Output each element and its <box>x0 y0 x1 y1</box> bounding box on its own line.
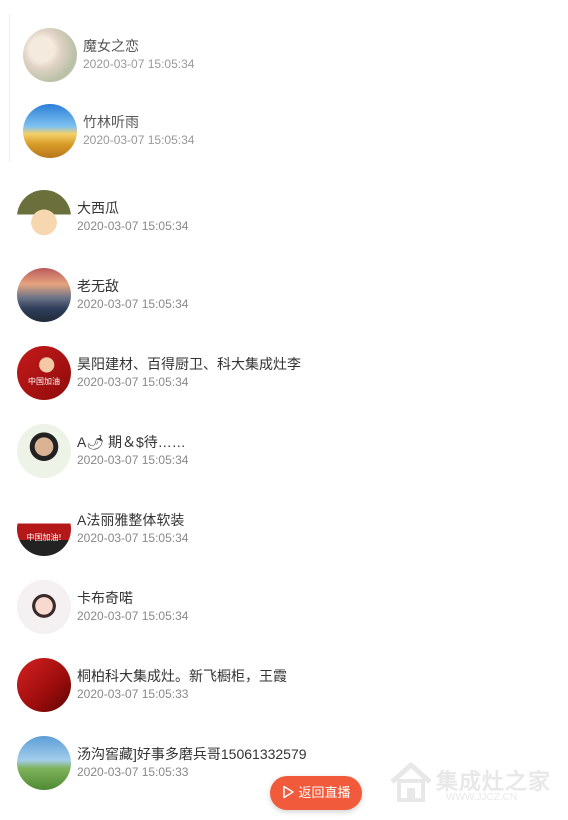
avatar: 中国加油! <box>17 502 71 556</box>
avatar <box>17 268 71 322</box>
back-to-live-label: 返回直播 <box>298 785 351 800</box>
watermark-url: WWW.JJCZ.CN <box>446 792 518 803</box>
list-item[interactable]: 竹林听雨 2020-03-07 15:05:34 <box>6 104 568 182</box>
avatar <box>17 190 71 244</box>
timestamp: 2020-03-07 15:05:34 <box>77 609 189 623</box>
timestamp: 2020-03-07 15:05:34 <box>83 57 195 71</box>
avatar-caption: 中国加油! <box>26 533 62 542</box>
avatar <box>17 580 71 634</box>
timestamp: 2020-03-07 15:05:34 <box>77 531 189 545</box>
avatar: 中国加油 <box>17 346 71 400</box>
timestamp: 2020-03-07 15:05:33 <box>77 765 189 779</box>
timestamp: 2020-03-07 15:05:34 <box>77 297 189 311</box>
avatar <box>17 424 71 478</box>
user-name: 卡布奇喏 <box>77 590 133 606</box>
user-name: 竹林听雨 <box>83 114 139 130</box>
user-name: 昊阳建材、百得厨卫、科大集成灶李 <box>77 356 301 372</box>
timestamp: 2020-03-07 15:05:34 <box>77 453 189 467</box>
house-logo-icon <box>390 762 432 802</box>
list-item[interactable]: 老无敌 2020-03-07 15:05:34 <box>0 268 568 346</box>
back-to-live-button[interactable]: 返回直播 <box>270 776 362 810</box>
site-watermark: 集成灶之家 WWW.JJCZ.CN <box>388 760 550 808</box>
avatar <box>17 736 71 790</box>
avatar-caption: 中国加油 <box>28 377 60 386</box>
list-item[interactable]: 大西瓜 2020-03-07 15:05:34 <box>0 190 568 268</box>
list-item[interactable]: 魔女之恋 2020-03-07 15:05:34 <box>6 28 568 106</box>
user-name: 汤沟窖藏]好事多磨兵哥15061332579 <box>77 746 307 762</box>
timestamp: 2020-03-07 15:05:34 <box>83 133 195 147</box>
play-icon <box>283 785 295 799</box>
timestamp: 2020-03-07 15:05:33 <box>77 687 189 701</box>
user-name: A法丽雅整体软装 <box>77 512 185 528</box>
avatar <box>23 104 77 158</box>
user-name: 桐柏科大集成灶。新飞橱柜，王霞 <box>77 668 287 684</box>
avatar <box>17 658 71 712</box>
user-name: 大西瓜 <box>77 200 119 216</box>
user-name: 魔女之恋 <box>83 38 139 54</box>
list-item[interactable]: 中国加油! A法丽雅整体软装 2020-03-07 15:05:34 <box>0 502 568 580</box>
timestamp: 2020-03-07 15:05:34 <box>77 219 189 233</box>
timestamp: 2020-03-07 15:05:34 <box>77 375 189 389</box>
avatar <box>23 28 77 82</box>
list-item[interactable]: 卡布奇喏 2020-03-07 15:05:34 <box>0 580 568 658</box>
user-name: A🌶 期＆$待…… <box>77 434 186 450</box>
list-item[interactable]: A🌶 期＆$待…… 2020-03-07 15:05:34 <box>0 424 568 502</box>
user-name: 老无敌 <box>77 278 119 294</box>
list-item[interactable]: 桐柏科大集成灶。新飞橱柜，王霞 2020-03-07 15:05:33 <box>0 658 568 736</box>
list-item[interactable]: 中国加油 昊阳建材、百得厨卫、科大集成灶李 2020-03-07 15:05:3… <box>0 346 568 424</box>
